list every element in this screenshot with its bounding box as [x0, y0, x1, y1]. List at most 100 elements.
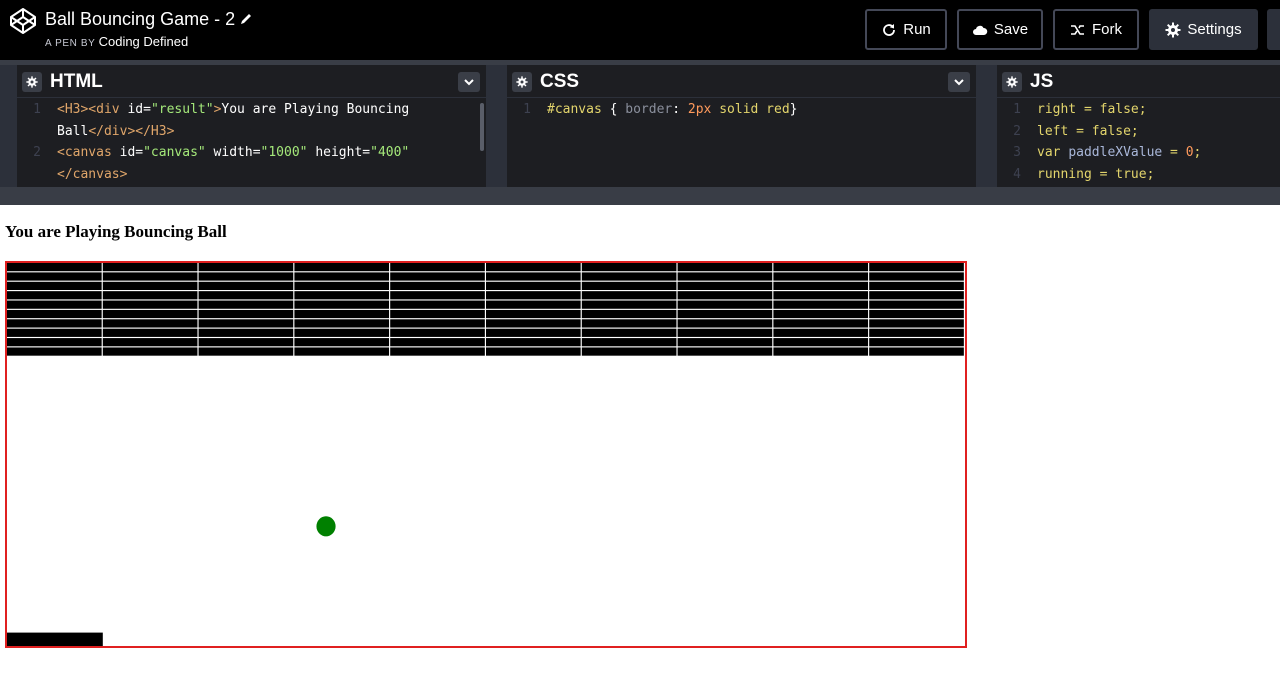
code-line[interactable]: 3 var paddleXValue = 0; — [997, 142, 1280, 164]
fork-button[interactable]: Fork — [1053, 9, 1139, 50]
css-collapse-chevron-down-icon[interactable] — [948, 72, 970, 92]
brick — [677, 291, 773, 300]
brick — [294, 328, 390, 337]
code-token: #canvas — [547, 102, 602, 117]
brick — [294, 272, 390, 281]
pen-author-link[interactable]: Coding Defined — [99, 34, 189, 49]
brick — [677, 328, 773, 337]
brick — [869, 338, 964, 347]
brick — [7, 291, 102, 300]
brick — [198, 319, 294, 328]
ball — [316, 516, 336, 537]
js-settings-gear-icon[interactable] — [1002, 72, 1022, 92]
code-token: solid red — [711, 102, 790, 117]
brick — [486, 281, 581, 291]
brick — [198, 309, 294, 319]
run-button[interactable]: Run — [865, 9, 947, 50]
brick — [390, 328, 485, 337]
code-line[interactable]: 1 #canvas { border: 2px solid red} — [507, 99, 976, 121]
brick — [773, 281, 869, 291]
code-token: Ball — [57, 123, 89, 139]
brick — [677, 281, 773, 291]
html-code[interactable]: 1 <H3><div id="result">You are Playing Bo… — [17, 99, 486, 185]
line-number: 2 — [33, 145, 41, 160]
css-code[interactable]: 1 #canvas { border: 2px solid red} — [507, 99, 976, 121]
code-token: </div></H3> — [88, 123, 175, 139]
code-text: #canvas { border: 2px solid red} — [535, 99, 798, 121]
code-token: </canvas> — [57, 166, 128, 182]
brick — [773, 300, 869, 309]
settings-button[interactable]: Settings — [1149, 9, 1258, 50]
brick — [773, 319, 869, 328]
preview-resize-handle[interactable] — [0, 187, 1280, 205]
brick — [198, 281, 294, 291]
brick — [102, 263, 198, 272]
brick — [486, 319, 581, 328]
brick — [390, 300, 485, 309]
code-line[interactable]: 2 left = false; — [997, 121, 1280, 143]
code-line[interactable]: 1 <H3><div id="result">You are Playing Bo… — [17, 99, 486, 121]
js-code[interactable]: 1 right = false; 2 left = false; 3 var paddle… — [997, 99, 1280, 185]
refresh-icon — [883, 23, 896, 36]
css-settings-gear-icon[interactable] — [512, 72, 532, 92]
fork-icon — [1071, 24, 1084, 35]
css-editor[interactable]: CSS 1 #canvas { border: 2px solid red} — [507, 65, 976, 187]
codepen-logo-icon[interactable] — [9, 7, 37, 35]
brick — [869, 272, 964, 281]
brick — [677, 300, 773, 309]
code-token: "result" — [150, 102, 214, 117]
result-heading: You are Playing Bouncing Ball — [5, 222, 227, 241]
brick — [581, 272, 677, 281]
edit-title-pencil-icon[interactable] — [239, 12, 253, 26]
code-line[interactable]: </canvas> — [17, 164, 486, 186]
codepen-header: Ball Bouncing Game - 2 A PEN BY Coding D… — [0, 0, 1280, 60]
brick — [869, 281, 964, 291]
brick — [773, 328, 869, 337]
brick — [869, 309, 964, 319]
line-number: 1 — [1013, 102, 1021, 117]
line-number — [17, 164, 45, 186]
code-line[interactable]: 2 <canvas id="canvas" width="1000" height… — [17, 142, 486, 164]
code-token: <H3><div — [57, 102, 128, 117]
paddle[interactable] — [7, 632, 103, 646]
code-line[interactable]: 1 right = false; — [997, 99, 1280, 121]
run-label: Run — [903, 21, 931, 38]
html-collapse-chevron-down-icon[interactable] — [458, 72, 480, 92]
pen-title[interactable]: Ball Bouncing Game - 2 — [45, 7, 235, 31]
pen-by-label: A PEN BY — [45, 38, 96, 49]
code-token: 0 — [1185, 145, 1194, 160]
brick — [390, 309, 485, 319]
brick — [869, 328, 964, 337]
html-settings-gear-icon[interactable] — [22, 72, 42, 92]
cloud-icon — [972, 25, 988, 35]
brick — [390, 263, 485, 272]
brick — [198, 272, 294, 281]
code-token: "canvas" — [143, 145, 206, 160]
code-token: right = false; — [1037, 102, 1147, 117]
code-token: { — [601, 102, 626, 117]
brick — [198, 291, 294, 300]
brick — [198, 328, 294, 337]
code-token: ; — [1193, 145, 1202, 160]
brick — [294, 281, 390, 291]
js-editor[interactable]: JS 1 right = false; 2 left = false; 3 var pad… — [997, 65, 1280, 187]
brick — [773, 309, 869, 319]
brick — [773, 338, 869, 347]
layout-button[interactable] — [1267, 9, 1280, 50]
js-editor-title: JS — [1030, 71, 1054, 92]
save-button[interactable]: Save — [957, 9, 1043, 50]
brick — [677, 309, 773, 319]
brick — [390, 281, 485, 291]
html-editor-scrollbar[interactable] — [480, 103, 484, 151]
code-line[interactable]: Ball</div></H3> — [17, 121, 486, 143]
code-text: right = false; — [1025, 99, 1147, 121]
css-editor-header: CSS — [507, 65, 976, 98]
html-editor[interactable]: HTML 1 <H3><div id="result">You are Playi… — [17, 65, 486, 187]
brick — [773, 263, 869, 272]
brick — [581, 263, 677, 272]
brick — [390, 347, 485, 356]
game-canvas[interactable] — [5, 261, 967, 648]
brick — [773, 291, 869, 300]
code-line[interactable]: 4 running = true; — [997, 164, 1280, 186]
pen-author-line: A PEN BY Coding Defined — [45, 34, 188, 52]
